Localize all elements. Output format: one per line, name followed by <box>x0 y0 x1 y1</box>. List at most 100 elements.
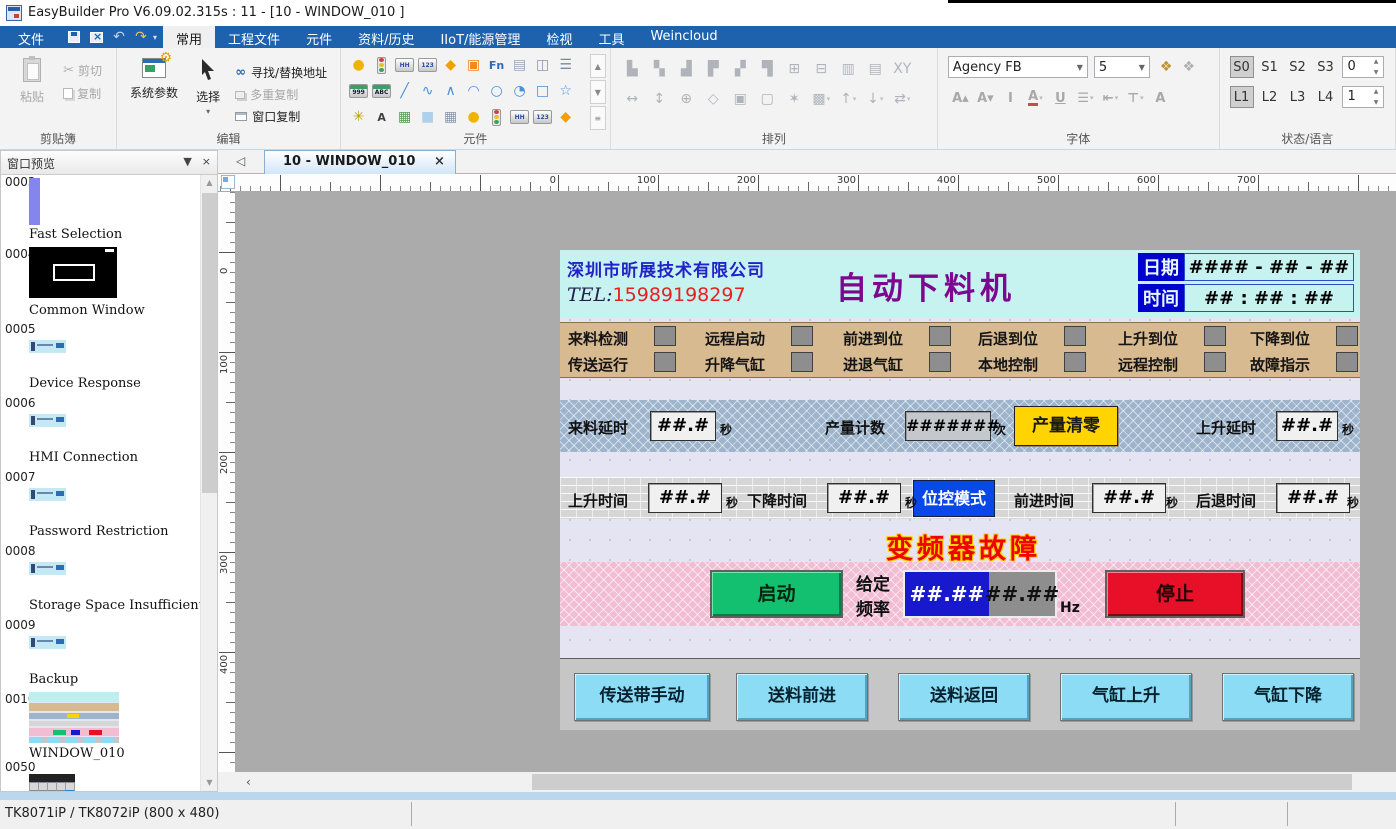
picture-icon[interactable]: ▦ <box>393 104 416 130</box>
scroll-left-icon[interactable]: ‹ <box>246 775 251 789</box>
paste-button[interactable]: 粘贴 <box>6 50 58 132</box>
same-size-icon[interactable]: ⊕ <box>673 87 700 111</box>
status-lamp[interactable] <box>1204 352 1226 372</box>
state-s2-button[interactable]: S2 <box>1286 56 1310 78</box>
window-item-0007[interactable]: 0007Password Restriction <box>1 470 200 544</box>
combo-button-icon[interactable]: ▣ <box>462 52 485 78</box>
layer-front-icon[interactable]: ▩▾ <box>808 87 835 111</box>
text-style-icon[interactable]: A <box>1148 88 1173 108</box>
language-spinner-down-icon[interactable]: ▼ <box>1371 98 1382 107</box>
window-thumbnail[interactable] <box>29 774 75 791</box>
ascii-input-icon[interactable]: ABC <box>370 78 393 104</box>
panel-close-icon[interactable]: × <box>202 155 211 168</box>
position-mode-button[interactable]: 位控模式 <box>913 480 995 517</box>
window-item-0010[interactable]: 0010WINDOW_010 <box>1 692 200 760</box>
feed-forward-button[interactable]: 送料前进 <box>736 673 868 721</box>
set-word-2-icon[interactable]: 123 <box>531 104 554 130</box>
status-label[interactable]: 来料检测 <box>568 328 628 349</box>
bit-lamp-2-icon[interactable]: ● <box>462 104 485 130</box>
window-item-0050[interactable]: 0050 <box>1 760 200 791</box>
scroll-down-icon[interactable]: ▼ <box>201 775 218 791</box>
freq-actual-field[interactable]: ##.## <box>989 572 1055 616</box>
polyline-icon[interactable]: ∧ <box>439 78 462 104</box>
cylinder-down-button[interactable]: 气缸下降 <box>1222 673 1354 721</box>
multi-copy-button[interactable]: 多重复制 <box>235 86 327 103</box>
window-thumbnail[interactable] <box>29 692 119 743</box>
word-lamp-icon[interactable] <box>370 52 393 78</box>
panel-dropdown-icon[interactable]: ▼ <box>183 155 191 168</box>
window-item-0003[interactable]: 0003Fast Selection <box>1 175 200 247</box>
state-spinner-up-icon[interactable]: ▲ <box>1371 57 1382 66</box>
rise-time-field[interactable]: ##.# <box>648 483 722 513</box>
start-button[interactable]: 启动 <box>710 570 843 618</box>
undo-icon[interactable]: ↶ <box>109 29 129 45</box>
move-up-icon[interactable]: ↑▾ <box>835 87 862 111</box>
hscroll-thumb[interactable] <box>532 774 1352 790</box>
feed-delay-label[interactable]: 来料延时 <box>568 417 628 438</box>
freq-label-line2[interactable]: 频率 <box>856 595 890 620</box>
rise-time-label[interactable]: 上升时间 <box>568 490 628 511</box>
freq-set-field[interactable]: ##.## <box>905 572 989 616</box>
inverter-fault-text[interactable]: 变频器故障 <box>886 527 1041 566</box>
word-lamp-2-icon[interactable] <box>485 104 508 130</box>
window-thumbnail[interactable] <box>29 562 66 575</box>
window-item-0006[interactable]: 0006HMI Connection <box>1 396 200 470</box>
components-scroll-down-icon[interactable]: ▼ <box>590 80 606 104</box>
function-key-icon[interactable]: Fn <box>485 52 508 78</box>
status-lamp[interactable] <box>1204 326 1226 346</box>
status-lamp[interactable] <box>929 352 951 372</box>
language-l1-button[interactable]: L1 <box>1230 86 1254 108</box>
grow-font-icon[interactable]: A▴ <box>948 88 973 108</box>
state-s3-button[interactable]: S3 <box>1314 56 1338 78</box>
window-thumbnail[interactable] <box>29 178 40 225</box>
document-tab[interactable]: 10 - WINDOW_010 × <box>264 150 456 174</box>
window-thumbnail[interactable] <box>29 414 66 427</box>
fall-time-label[interactable]: 下降时间 <box>747 490 807 511</box>
align-right-icon[interactable]: ▟ <box>673 57 700 81</box>
circle-icon[interactable]: ○ <box>485 78 508 104</box>
star-icon[interactable]: ☆ <box>554 78 577 104</box>
count-label[interactable]: 产量计数 <box>825 417 885 438</box>
conveyor-manual-button[interactable]: 传送带手动 <box>574 673 710 721</box>
select-button[interactable]: 选择 ▾ <box>188 50 228 132</box>
format-painter-icon[interactable]: ❖ <box>1160 59 1173 75</box>
rotate-icon[interactable]: ◇ <box>700 87 727 111</box>
language-spinner-up-icon[interactable]: ▲ <box>1371 87 1382 96</box>
window-thumbnail[interactable] <box>29 340 66 353</box>
cut-button[interactable]: ✂ 剪切 <box>63 62 102 79</box>
fall-time-field[interactable]: ##.# <box>827 483 901 513</box>
same-height-icon[interactable]: ↕ <box>646 87 673 111</box>
center-vertical-icon[interactable]: ⊞ <box>781 57 808 81</box>
numeric-input-icon[interactable]: 999 <box>347 78 370 104</box>
forward-time-field[interactable]: ##.# <box>1092 483 1166 513</box>
toggle-switch-icon[interactable]: ◆ <box>439 52 462 78</box>
center-horizontal-icon[interactable]: ⊟ <box>808 57 835 81</box>
align-top-icon[interactable]: ▛ <box>700 57 727 81</box>
align-center-h-icon[interactable]: ▚ <box>646 57 673 81</box>
status-label[interactable]: 传送运行 <box>568 354 628 375</box>
status-lamp[interactable] <box>929 326 951 346</box>
status-label[interactable]: 远程启动 <box>705 328 765 349</box>
align-left-icon[interactable]: ▙ <box>619 57 646 81</box>
window-item-0005[interactable]: 0005Device Response <box>1 322 200 396</box>
window-item-0008[interactable]: 0008Storage Space Insufficient <box>1 544 200 618</box>
pin-icon[interactable]: ✶ <box>781 87 808 111</box>
status-label[interactable]: 远程控制 <box>1118 354 1178 375</box>
language-l2-button[interactable]: L2 <box>1258 86 1282 108</box>
group-icon[interactable]: ▣ <box>727 87 754 111</box>
export-icon[interactable] <box>90 32 103 43</box>
status-lamp[interactable] <box>654 326 676 346</box>
copy-button[interactable]: 复制 <box>63 85 102 102</box>
arc-icon[interactable]: ◠ <box>462 78 485 104</box>
italic-icon[interactable]: I <box>998 88 1023 108</box>
window-item-0009[interactable]: 0009Backup <box>1 618 200 692</box>
status-label[interactable]: 本地控制 <box>978 354 1038 375</box>
language-l3-button[interactable]: L3 <box>1286 86 1310 108</box>
underline-icon[interactable]: U <box>1048 88 1073 108</box>
shrink-font-icon[interactable]: A▾ <box>973 88 998 108</box>
freeform-icon[interactable]: ∿ <box>416 78 439 104</box>
status-lamp[interactable] <box>1336 352 1358 372</box>
rectangle-icon[interactable]: □ <box>531 78 554 104</box>
time-display[interactable]: 时间 ## : ## : ## <box>1138 284 1354 312</box>
window-thumbnail[interactable] <box>29 636 66 649</box>
